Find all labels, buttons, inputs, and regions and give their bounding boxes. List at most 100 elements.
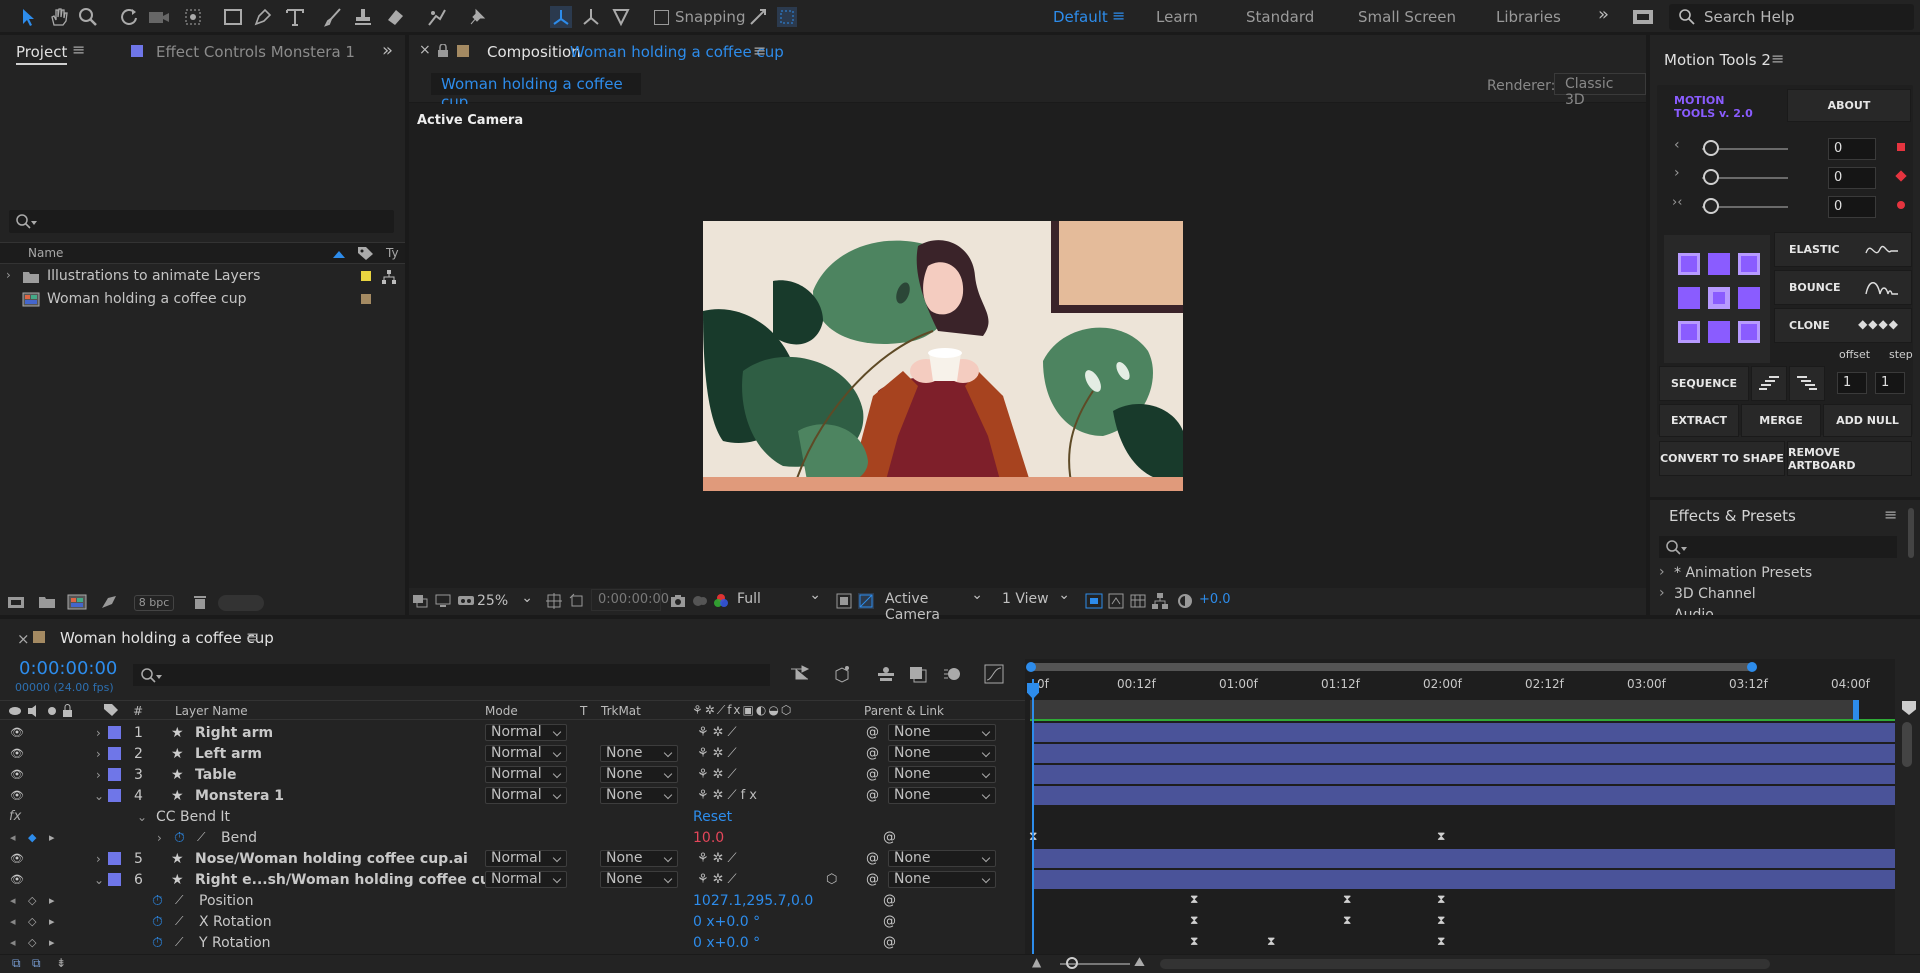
workspace-standard[interactable]: Standard [1246,8,1314,26]
effects-scrollbar[interactable] [1908,508,1914,558]
layer-row[interactable]: 👁 › 1 ★ Right arm Normal ⚘✲⟋ @ None [0,722,1025,743]
pickwhip-icon[interactable]: @ [866,869,879,890]
sequence-backward-button[interactable] [1789,366,1825,401]
keyframe-diamond-icon[interactable]: ◇ [28,932,36,953]
layer-duration-bar[interactable] [1033,786,1895,805]
ease-both-value[interactable]: 0 [1828,196,1876,218]
layer-switches-toggle-icon[interactable]: ⧉ [12,956,21,971]
expand-chevron-icon[interactable]: › [96,743,101,764]
sequence-button[interactable]: SEQUENCE [1659,366,1749,401]
next-keyframe-icon[interactable]: ▸ [49,827,55,848]
snapping-options-icon[interactable] [746,5,770,29]
anchor-middle-left[interactable] [1678,287,1700,309]
label-color-swatch[interactable] [108,764,121,785]
puppet-pin-tool-icon[interactable] [465,5,489,29]
effects-presets-title[interactable]: Effects & Presets [1669,507,1796,525]
label-color-swatch[interactable] [108,785,121,806]
layer-row[interactable]: 👁 › 2 ★ Left arm Normal None ⚘✲⟋ @ None [0,743,1025,764]
project-item-folder[interactable]: › Illustrations to animate Layers [0,266,405,289]
graph-editor-icon[interactable] [984,664,1004,684]
property-row[interactable]: ◂ ◆ ▸ › ⏱ ⟋ Bend 10.0 @ [0,827,1025,848]
convert-to-shape-button[interactable]: CONVERT TO SHAPE [1659,441,1785,476]
selection-tool-icon[interactable] [16,5,40,29]
effects-search-input[interactable] [1659,536,1897,558]
current-time-field[interactable]: 0:00:00:00 [591,589,669,611]
effect-row[interactable]: fx ⌄ CC Bend It Reset [0,806,1025,827]
layer-switches[interactable]: ⚘✲⟋ [697,743,741,764]
pickwhip-icon[interactable]: @ [866,848,879,869]
property-value[interactable]: 0 x+0.0 ° [693,932,760,953]
eraser-tool-icon[interactable] [383,5,407,29]
comp-mini-flowchart-icon[interactable] [790,665,810,683]
keyframe-icon[interactable]: ⧗ [1190,892,1198,907]
work-area-bar[interactable] [1027,663,1752,671]
label-color-swatch[interactable] [108,743,121,764]
keyframe-icon[interactable]: ⧗ [1343,892,1351,907]
expand-chevron-icon[interactable]: › [96,722,101,743]
graph-icon[interactable]: ⟋ [175,932,183,953]
playhead-line[interactable] [1032,679,1034,969]
effects-item[interactable]: Audio [1650,606,1910,615]
keyframe-icon[interactable]: ⧗ [1190,934,1198,949]
keyframe-diamond-icon[interactable]: ◇ [28,911,36,932]
trkmat-dropdown[interactable]: None [600,745,678,762]
layer-switches[interactable]: ⚘✲⟋ [697,848,741,869]
zoom-dropdown[interactable]: 25% ⌄ [477,590,539,611]
composition-menu-icon[interactable]: ≡ [753,41,766,60]
camera-tool-icon[interactable] [147,5,171,29]
layer-duration-bar[interactable] [1033,849,1895,868]
effects-menu-icon[interactable]: ≡ [1884,505,1897,524]
work-area-end-marker[interactable] [1853,700,1859,720]
workspace-small-screen[interactable]: Small Screen [1358,8,1456,26]
graph-icon[interactable]: ⟋ [175,911,183,932]
blend-mode-dropdown[interactable]: Normal [485,787,567,804]
layer-duration-bar[interactable] [1033,765,1895,784]
video-visibility-icon[interactable]: 👁 [10,785,24,806]
layer-switches[interactable]: ⚘✲⟋fx [697,785,761,806]
pan-behind-tool-icon[interactable] [181,5,205,29]
keyframe-icon[interactable]: ⧗ [1190,913,1198,928]
expression-pickwhip-icon[interactable]: @ [883,932,896,953]
video-visibility-icon[interactable]: 👁 [10,764,24,785]
layer-duration-bar[interactable] [1033,723,1895,742]
timeline-zoom-knob[interactable] [1066,957,1078,969]
layer-row[interactable]: 👁 ⌄ 6 ★ Right e...sh/Woman holding coffe… [0,869,1025,890]
layer-name[interactable]: Table [195,764,237,785]
project-thumbnail-slider[interactable] [218,595,264,611]
property-value[interactable]: 0 x+0.0 ° [693,911,760,932]
composition-tab-name[interactable]: Woman holding a coffee cup [570,43,784,61]
next-keyframe-icon[interactable]: ▸ [49,911,55,932]
view-axis-mode-icon[interactable] [609,5,633,29]
draft-3d-icon[interactable] [832,664,852,684]
layer-name[interactable]: Right e...sh/Woman holding coffee cup.ai [195,869,519,890]
video-visibility-icon[interactable]: 👁 [10,722,24,743]
layer-row[interactable]: 👁 › 5 ★ Nose/Woman holding coffee cup.ai… [0,848,1025,869]
column-name[interactable]: Name [28,246,63,260]
stopwatch-icon[interactable]: ⏱ [152,932,163,953]
extract-button[interactable]: EXTRACT [1659,404,1739,437]
workspace-learn[interactable]: Learn [1156,8,1198,26]
label-color-swatch[interactable] [108,869,121,890]
work-area-start-handle[interactable] [1026,662,1036,672]
trkmat-dropdown[interactable]: None [600,850,678,867]
motion-tools-title[interactable]: Motion Tools 2 [1664,51,1771,69]
parent-dropdown[interactable]: None [888,766,996,783]
pickwhip-icon[interactable]: @ [866,722,879,743]
label-column-icon[interactable] [357,246,374,261]
hand-tool-icon[interactable] [46,5,70,29]
parent-dropdown[interactable]: None [888,724,996,741]
keyframe-diamond-icon[interactable]: ◇ [28,890,36,911]
interpret-footage-icon[interactable] [7,595,25,609]
anchor-bottom-right[interactable] [1738,321,1760,343]
ease-out-value[interactable]: 0 [1828,167,1876,189]
clone-stamp-tool-icon[interactable] [351,5,375,29]
new-composition-icon[interactable] [67,594,87,610]
layer-name[interactable]: Left arm [195,743,262,764]
layer-row[interactable]: 👁 › 3 ★ Table Normal None ⚘✲⟋ @ None [0,764,1025,785]
blend-mode-dropdown[interactable]: Normal [485,724,567,741]
brush-tool-icon[interactable] [321,5,345,29]
collapse-chevron-icon[interactable]: ⌄ [94,869,104,890]
keyframe-icon[interactable]: ⧗ [1437,829,1445,844]
motion-blur-icon[interactable] [942,664,962,684]
rotate-tool-icon[interactable] [117,5,141,29]
